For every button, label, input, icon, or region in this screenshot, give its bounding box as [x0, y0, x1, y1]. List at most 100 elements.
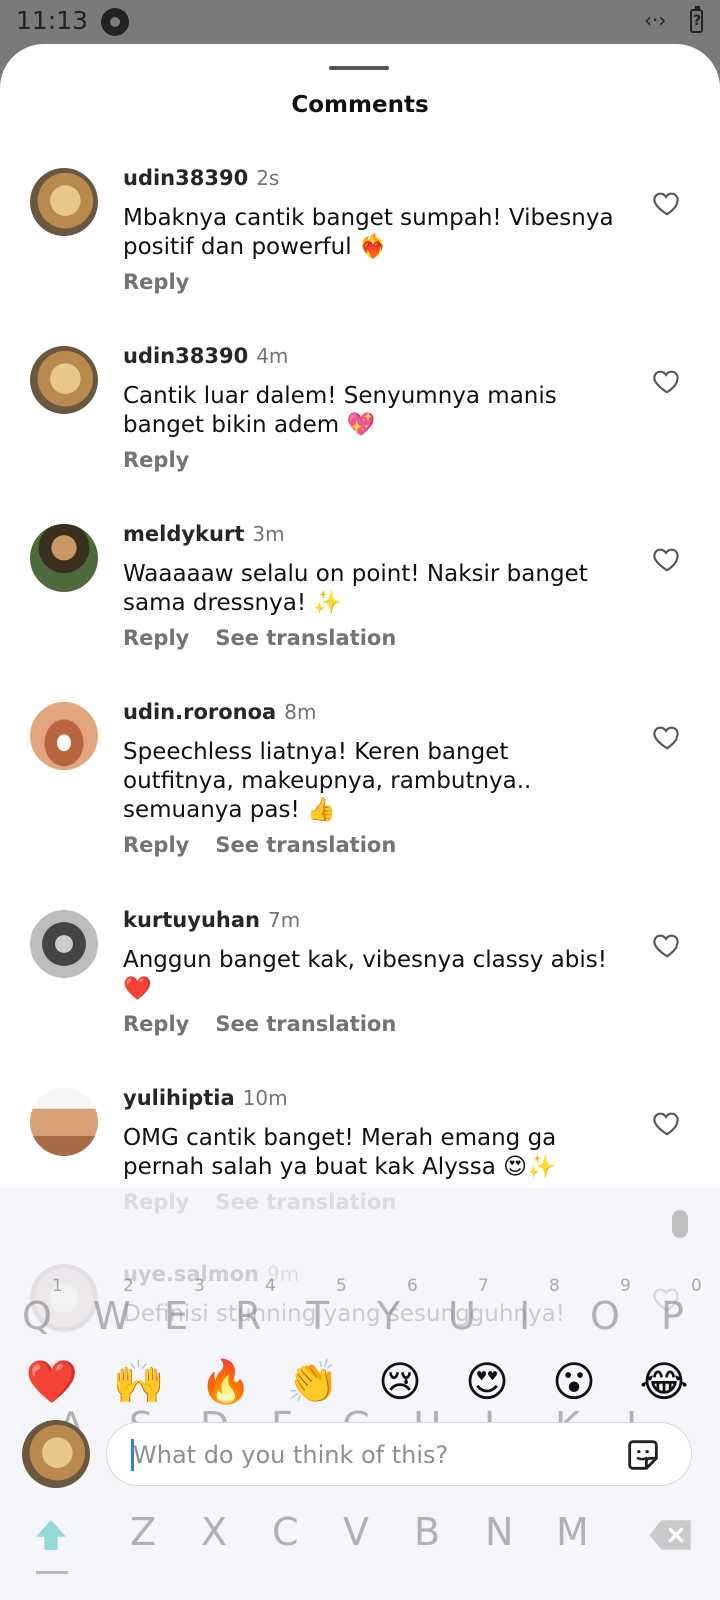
keyboard-key[interactable]: Q [22, 1294, 52, 1338]
keyboard-key[interactable]: I [519, 1294, 530, 1338]
keyboard-key[interactable]: 8 [549, 1276, 560, 1296]
comment-username[interactable]: udin.roronoa 8m [123, 700, 316, 724]
username-text[interactable]: udin38390 [123, 344, 248, 368]
keyboard-key[interactable]: B [414, 1510, 440, 1554]
comment-text: Cantik luar dalem! Senyumnya manis bange… [123, 383, 557, 438]
comment-time: 8m [284, 700, 317, 724]
keyboard-key[interactable]: R [235, 1294, 261, 1338]
reply-button[interactable]: Reply [123, 626, 189, 650]
comment-actions: Reply See translation [123, 626, 422, 650]
keyboard-key[interactable]: 9 [620, 1276, 631, 1296]
status-time: 11:13 [16, 6, 89, 35]
reaction-sad[interactable]: 😢 [370, 1342, 430, 1422]
avatar[interactable] [30, 524, 98, 592]
comment-item: udin.roronoa 8m Speechless liatnya! Keren… [0, 682, 720, 882]
see-translation-button[interactable]: See translation [215, 1190, 396, 1214]
composer-avatar [22, 1420, 90, 1488]
comment-username[interactable]: udin38390 4m [123, 344, 288, 368]
keyboard-key[interactable]: O [590, 1294, 620, 1338]
heart-icon[interactable] [652, 188, 682, 218]
comment-actions: Reply See translation [123, 1012, 422, 1036]
comment-username[interactable]: meldykurt 3m [123, 522, 285, 546]
keyboard-key[interactable]: Z [130, 1510, 156, 1554]
reaction-clap[interactable]: 👏 [283, 1342, 343, 1422]
keyboard-key[interactable]: W [93, 1294, 131, 1338]
heart-icon[interactable] [652, 930, 682, 960]
reaction-raising-hands[interactable]: 🙌 [109, 1342, 169, 1422]
username-text[interactable]: udin38390 [123, 166, 248, 190]
comment-item: yulihiptia 10m OMG cantik banget! Merah e… [0, 1068, 720, 1238]
keyboard-key[interactable]: 6 [407, 1276, 418, 1296]
avatar[interactable] [30, 1088, 98, 1156]
keyboard-key[interactable]: 4 [265, 1276, 276, 1296]
keyboard-key[interactable]: N [485, 1510, 513, 1554]
keyboard-key[interactable]: 5 [336, 1276, 347, 1296]
reaction-laugh[interactable]: 😂 [634, 1342, 694, 1422]
keyboard-key[interactable]: V [343, 1510, 369, 1554]
heart-icon[interactable] [652, 1108, 682, 1138]
reaction-surprised[interactable]: 😮 [544, 1342, 604, 1422]
comment-time: 2s [256, 166, 280, 190]
comment-item: meldykurt 3m Waaaaaw selalu on point! Nak… [0, 504, 720, 674]
keyboard-key[interactable]: C [272, 1510, 299, 1554]
keyboard-key[interactable]: M [556, 1510, 589, 1554]
avatar[interactable] [30, 702, 98, 770]
reaction-heart-eyes[interactable]: 😍 [457, 1342, 517, 1422]
keyboard-key[interactable]: U [448, 1294, 476, 1338]
reaction-bar: ❤️ 🙌 🔥 👏 😢 😍 😮 😂 [0, 1342, 720, 1422]
comment-text: Definisi stunning yang sesungguhnya! [123, 1301, 565, 1327]
text-caret [131, 1439, 134, 1471]
reaction-heart[interactable]: ❤️ [22, 1342, 82, 1422]
keyboard-key[interactable]: T [306, 1294, 329, 1338]
reply-button[interactable]: Reply [123, 448, 189, 472]
keyboard-key[interactable]: E [164, 1294, 188, 1338]
battery-icon [690, 6, 703, 33]
avatar[interactable] [30, 910, 98, 978]
mic-icon[interactable] [672, 1210, 688, 1238]
heart-icon[interactable] [652, 722, 682, 752]
username-text[interactable]: uye.salmon [123, 1262, 259, 1286]
sheet-title: Comments [291, 92, 429, 118]
reply-button[interactable]: Reply [123, 833, 189, 857]
sticker-icon[interactable] [623, 1435, 663, 1475]
reply-button[interactable]: Reply [123, 1012, 189, 1036]
comment-composer[interactable] [106, 1422, 692, 1486]
keyboard-key[interactable]: 0 [691, 1276, 702, 1296]
keyboard-key[interactable]: 7 [478, 1276, 489, 1296]
username-text[interactable]: yulihiptia [123, 1086, 235, 1110]
heart-icon[interactable] [652, 544, 682, 574]
see-translation-button[interactable]: See translation [215, 833, 396, 857]
comment-time: 7m [267, 908, 301, 932]
backspace-icon[interactable] [648, 1518, 694, 1552]
keyboard-key[interactable]: Y [377, 1294, 400, 1338]
comment-time: 10m [242, 1086, 288, 1110]
comment-username[interactable]: kurtuyuhan 7m [123, 908, 300, 932]
comment-item: kurtuyuhan 7m Anggun banget kak, vibesnya… [0, 890, 720, 1060]
status-bar: 11:13 ‹·› [0, 0, 720, 44]
reply-button[interactable]: Reply [123, 1190, 189, 1214]
comment-username[interactable]: udin38390 2s [123, 166, 279, 190]
comment-actions: Reply [123, 270, 215, 294]
keyboard-key[interactable]: X [201, 1510, 227, 1554]
heart-icon[interactable] [652, 366, 682, 396]
comment-text: Speechless liatnya! Keren banget outfitn… [123, 739, 532, 823]
keyboard-key[interactable]: 3 [194, 1276, 205, 1296]
comment-username[interactable]: yulihiptia 10m [123, 1086, 288, 1110]
drag-handle[interactable] [329, 66, 389, 70]
shift-icon[interactable] [30, 1515, 72, 1555]
see-translation-button[interactable]: See translation [215, 1012, 396, 1036]
keyboard-key[interactable]: 1 [52, 1276, 63, 1296]
keyboard-key[interactable]: 2 [123, 1276, 134, 1296]
see-translation-button[interactable]: See translation [215, 626, 396, 650]
avatar[interactable] [30, 346, 98, 414]
username-text[interactable]: udin.roronoa [123, 700, 276, 724]
reply-button[interactable]: Reply [123, 270, 189, 294]
comment-input[interactable] [131, 1435, 605, 1475]
keyboard-key[interactable]: P [661, 1294, 684, 1338]
comment-text: OMG cantik banget! Merah emang ga pernah… [123, 1125, 557, 1180]
reaction-fire[interactable]: 🔥 [196, 1342, 256, 1422]
username-text[interactable]: kurtuyuhan [123, 908, 260, 932]
comment-text: Waaaaaw selalu on point! Naksir banget s… [123, 561, 588, 616]
username-text[interactable]: meldykurt [123, 522, 244, 546]
avatar[interactable] [30, 168, 98, 236]
